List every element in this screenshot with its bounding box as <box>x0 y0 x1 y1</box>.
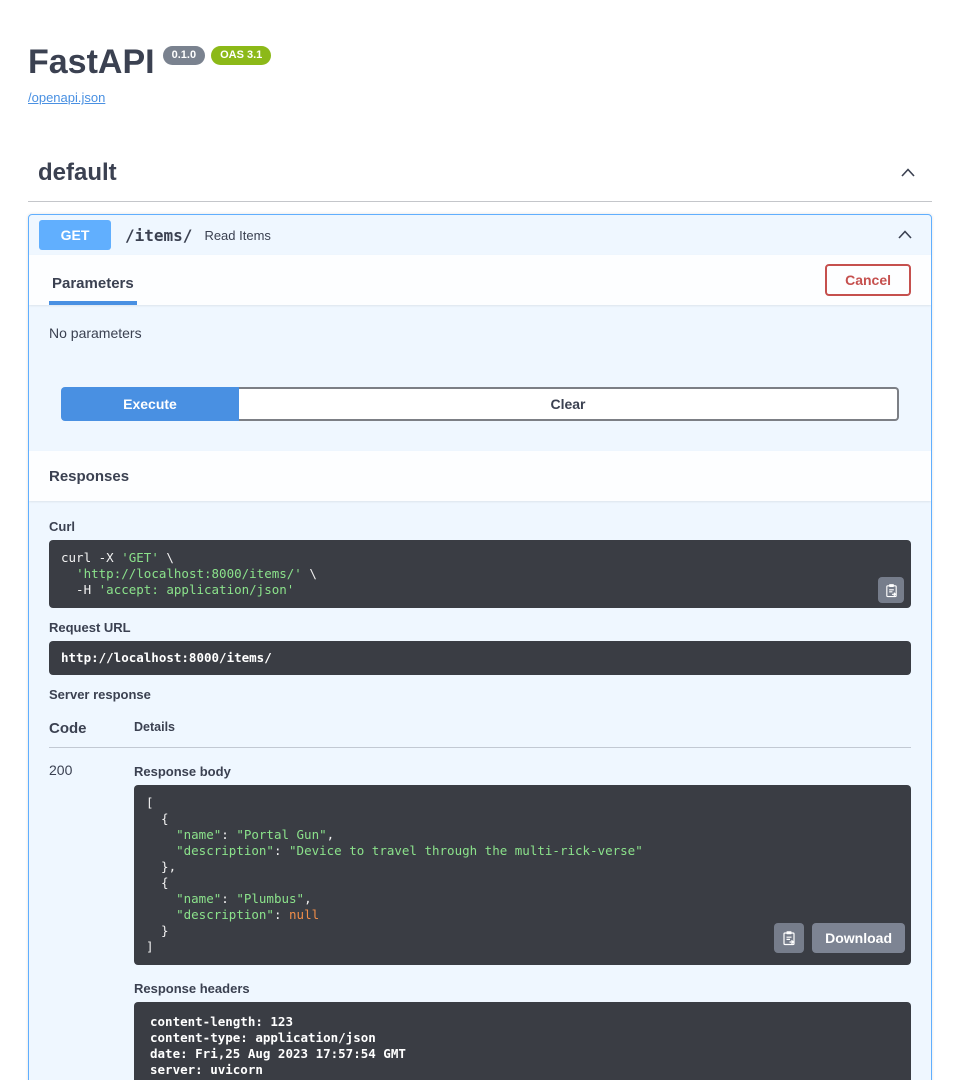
server-response-label: Server response <box>49 687 911 702</box>
collapse-operation-icon[interactable] <box>889 225 921 245</box>
response-headers-block: content-length: 123content-type: applica… <box>134 1002 911 1080</box>
execute-button[interactable]: Execute <box>61 387 239 421</box>
response-body-block: [ { "name": "Portal Gun", "description":… <box>134 785 911 965</box>
api-title: FastAPI <box>28 44 155 81</box>
clear-button[interactable]: Clear <box>239 387 899 421</box>
request-url-label: Request URL <box>49 620 911 635</box>
parameters-section-header: Parameters Cancel <box>29 255 931 305</box>
operation-path: /items/ <box>125 226 192 245</box>
oas-badge: OAS 3.1 <box>211 46 271 65</box>
operation-summary-text: Read Items <box>204 228 270 243</box>
responses-title: Responses <box>49 468 129 485</box>
code-column-header: Code <box>49 720 134 737</box>
download-button[interactable]: Download <box>812 923 905 953</box>
api-title-row: FastAPI 0.1.0 OAS 3.1 <box>28 44 932 81</box>
copy-curl-button[interactable] <box>878 577 904 603</box>
details-column-header: Details <box>134 720 911 737</box>
tag-section-header[interactable]: default <box>28 159 932 202</box>
execute-row: Execute Clear <box>61 387 899 421</box>
request-url-value: http://localhost:8000/items/ <box>61 650 272 665</box>
api-info-header: FastAPI 0.1.0 OAS 3.1 /openapi.json <box>28 44 932 107</box>
parameters-body: No parameters Execute Clear <box>29 305 931 451</box>
response-headers-label: Response headers <box>134 981 911 996</box>
copy-response-button[interactable] <box>774 923 804 953</box>
parameters-tab: Parameters <box>49 275 137 305</box>
openapi-spec-link[interactable]: /openapi.json <box>28 90 105 105</box>
version-badge: 0.1.0 <box>163 46 205 65</box>
status-code: 200 <box>49 748 134 1080</box>
method-badge: GET <box>39 220 111 250</box>
responses-body: Curl curl -X 'GET' \ 'http://localhost:8… <box>29 501 931 1080</box>
opblock-summary[interactable]: GET /items/ Read Items <box>29 215 931 255</box>
opblock-get-items: GET /items/ Read Items Parameters Cancel… <box>28 214 932 1080</box>
curl-label: Curl <box>49 519 911 534</box>
no-parameters-text: No parameters <box>49 325 911 341</box>
collapse-section-icon[interactable] <box>898 163 918 183</box>
tag-section-title: default <box>38 159 117 187</box>
cancel-button[interactable]: Cancel <box>825 264 911 296</box>
api-badges: 0.1.0 OAS 3.1 <box>163 46 272 65</box>
response-table-header: Code Details <box>49 708 911 748</box>
responses-section-header: Responses <box>29 451 931 501</box>
response-body-label: Response body <box>134 764 911 779</box>
live-response-row: 200 Response body [ { "name": "Portal Gu… <box>49 748 911 1080</box>
request-url-block: http://localhost:8000/items/ <box>49 641 911 675</box>
curl-code-block: curl -X 'GET' \ 'http://localhost:8000/i… <box>49 540 911 608</box>
